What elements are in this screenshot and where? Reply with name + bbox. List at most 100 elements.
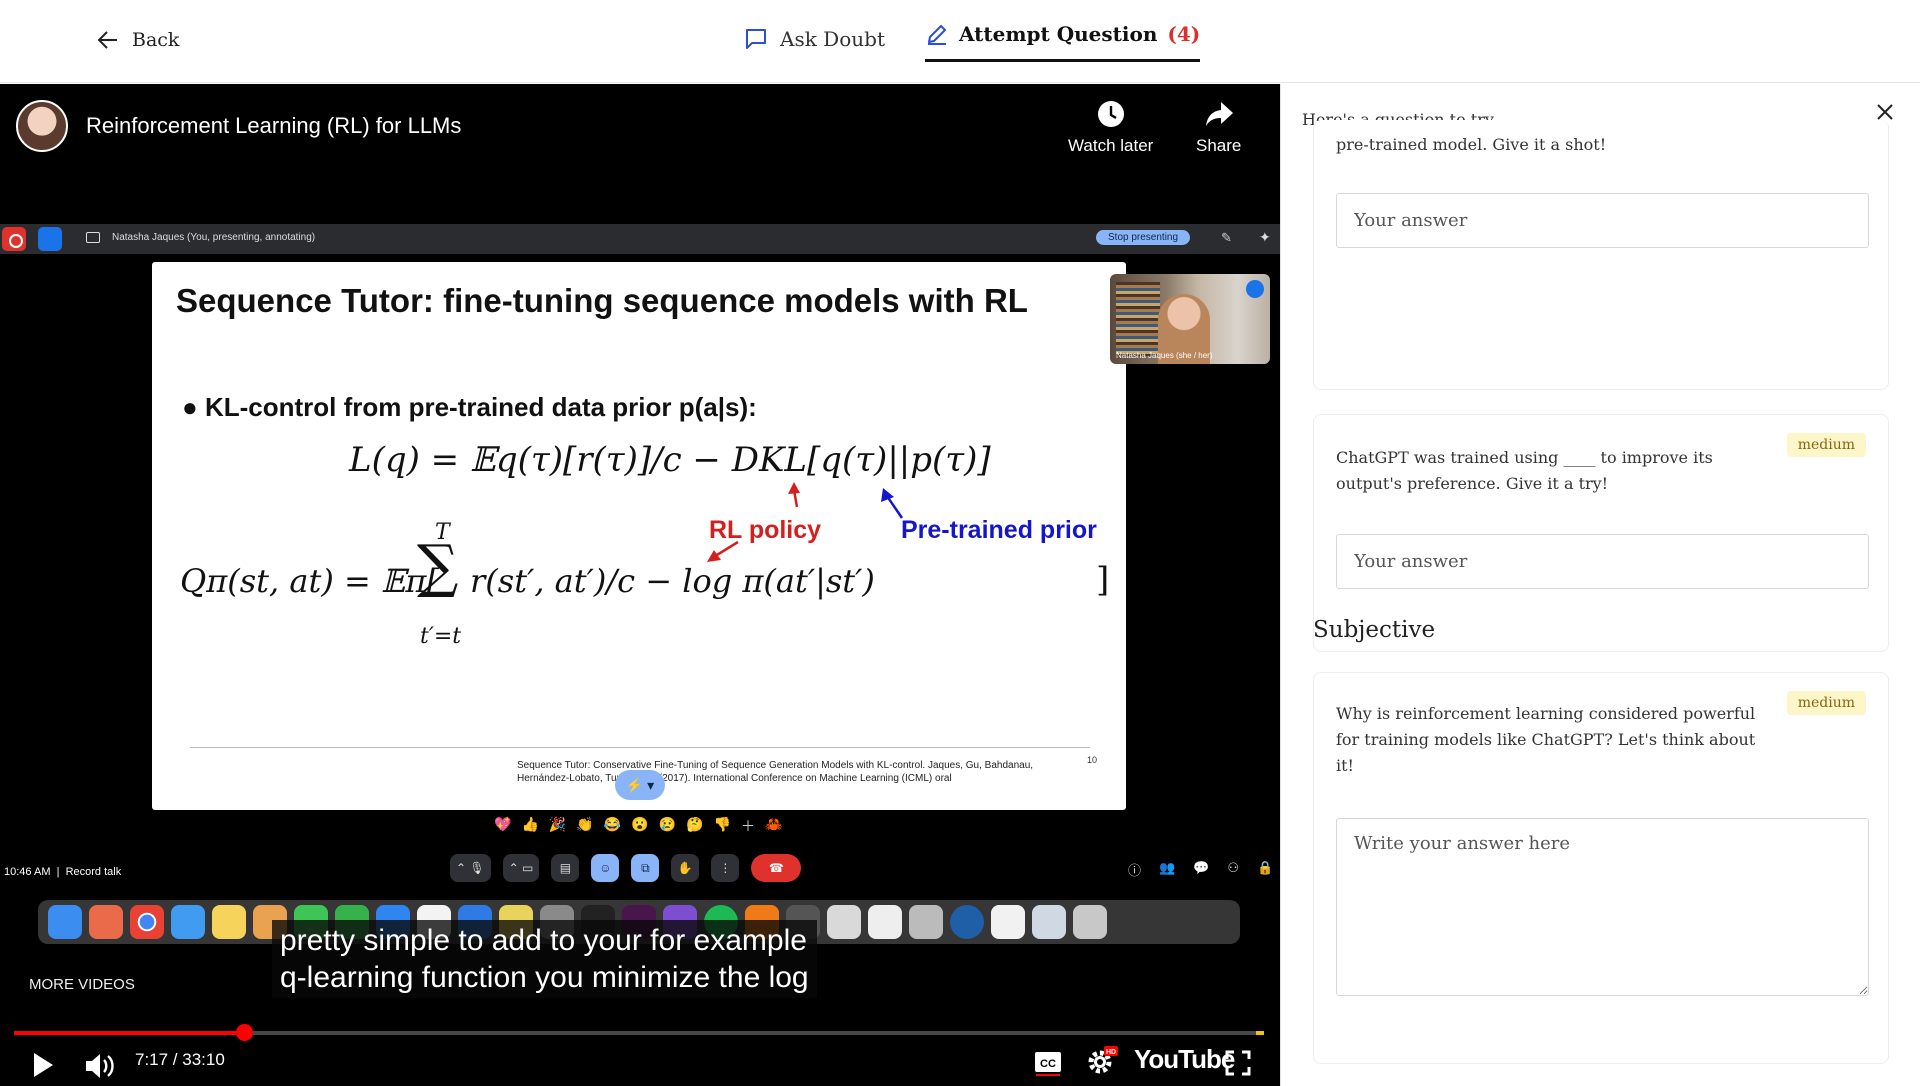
heart-reaction-icon: 💖 [494, 816, 512, 832]
slide-page-number: 10 [1087, 755, 1098, 765]
summation-lower-limit: t′=t [420, 624, 462, 649]
chrome-icon [130, 905, 164, 939]
mic-icon: ⌃ 🎙 [450, 854, 491, 882]
captions-button[interactable]: CC [1034, 1050, 1062, 1081]
notes-icon [212, 905, 246, 939]
youtube-logo[interactable]: YouTube [1134, 1044, 1235, 1075]
camera-icon: ⌃ ▭ [502, 854, 540, 882]
subjective-answer-textarea[interactable] [1336, 818, 1869, 996]
summation-upper-limit: T [435, 520, 450, 545]
bookshelf [1116, 282, 1160, 356]
info-icon: ⓘ [1128, 863, 1142, 878]
svg-text:HD: HD [1106, 1049, 1116, 1056]
crab-reaction-icon: 🦀 [764, 816, 783, 832]
equation-q-right: r(st′, at′)/c − log π(at′|st′) [470, 562, 875, 600]
meet-status: 10:46 AM | Record talk [4, 866, 122, 878]
watch-later-button[interactable]: Watch later [1068, 100, 1153, 156]
equation-q-left: Qπ(st, at) = 𝔼π[ [180, 562, 439, 600]
presenter-camera-tile: Natasha Jaques (she / her) [1110, 274, 1270, 364]
presenting-icon [86, 232, 100, 243]
thumbs-up-reaction-icon: 👍 [521, 816, 539, 832]
fullscreen-button[interactable] [1225, 1050, 1251, 1081]
arrow-left-icon [98, 31, 117, 49]
annotate-pen-icon: ✎ [1221, 230, 1232, 245]
party-reaction-icon: 🎉 [548, 816, 567, 832]
closed-captions-icon: CC [1035, 1052, 1061, 1076]
svg-text:CC: CC [1040, 1058, 1056, 1070]
share-button[interactable]: Share [1196, 100, 1241, 156]
meet-reactions-bar: 💖 👍 🎉 👏 😂 😮 😢 🤔 👎 ＋ 🦀 [494, 816, 782, 836]
more-options-icon: ⋮ [711, 854, 740, 882]
presenter-name-tag: Natasha Jaques (she / her) [1116, 351, 1213, 360]
clap-reaction-icon: 👏 [576, 816, 594, 832]
channel-avatar[interactable] [16, 100, 68, 152]
speaking-indicator-icon [1246, 280, 1264, 298]
textedit-icon [868, 905, 902, 939]
sparkle-icon: ✦ [1259, 229, 1271, 245]
thumbs-down-reaction-icon: 👎 [713, 816, 731, 832]
volume-button[interactable] [84, 1052, 116, 1085]
mail-icon [171, 905, 205, 939]
play-icon [34, 1053, 53, 1077]
tab-ask-doubt-label: Ask Doubt [780, 27, 885, 51]
play-button[interactable] [32, 1052, 54, 1083]
fullscreen-icon [1225, 1050, 1251, 1076]
meet-clock: 10:46 AM [4, 866, 51, 878]
laugh-reaction-icon: 😂 [603, 816, 622, 832]
video-player[interactable]: Reinforcement Learning (RL) for LLMs Wat… [0, 84, 1280, 1086]
subjective-question-card: Why is reinforcement learning considered… [1313, 672, 1889, 1064]
launchpad-icon [89, 905, 123, 939]
video-header: Reinforcement Learning (RL) for LLMs [16, 100, 461, 152]
share-arrow-icon [1205, 102, 1233, 126]
video-title[interactable]: Reinforcement Learning (RL) for LLMs [86, 113, 461, 139]
tab-attempt-question-label: Attempt Question [959, 22, 1158, 46]
chat-bubble-icon [746, 29, 766, 49]
caption-line-1: pretty simple to add to your for example [280, 924, 807, 957]
slide-citation: Sequence Tutor: Conservative Fine-Tuning… [517, 760, 1034, 784]
back-label: Back [132, 29, 180, 51]
top-nav-bar: Back Ask Doubt Attempt Question (4) [0, 0, 1920, 83]
lock-icon: 🔒 [1257, 860, 1274, 875]
caption-line-2: q-learning function you minimize the log [280, 961, 809, 994]
progress-scrubber[interactable] [236, 1024, 253, 1041]
equation-close-bracket: ] [1096, 560, 1110, 600]
presenting-status: Natasha Jaques (You, presenting, annotat… [112, 232, 316, 243]
captions-icon: ▤ [551, 854, 580, 882]
activities-icon: ⚇ [1227, 860, 1240, 875]
progress-bar[interactable] [14, 1024, 1264, 1041]
slide-footer-divider [190, 747, 1090, 748]
question-text: pre-trained model. Give it a shot! [1336, 135, 1607, 154]
downloads-icon [1032, 905, 1066, 939]
present-icon: ⧉ [631, 854, 660, 882]
question-text: ChatGPT was trained using ____ to improv… [1336, 448, 1713, 493]
sad-reaction-icon: 😢 [658, 816, 677, 832]
close-icon [1877, 104, 1893, 120]
screenshot-icon [909, 905, 943, 939]
share-label: Share [1196, 136, 1242, 155]
settings-button[interactable]: HD [1086, 1046, 1118, 1081]
emoji-icon: ☺ [591, 854, 620, 882]
presentation-slide: Sequence Tutor: fine-tuning sequence mod… [152, 262, 1126, 810]
thinking-reaction-icon: 🤔 [686, 816, 704, 832]
preview-icon [827, 905, 861, 939]
answer-input-2[interactable] [1336, 534, 1869, 589]
back-button[interactable]: Back [98, 29, 179, 51]
document-icon [991, 905, 1025, 939]
raise-hand-icon: ✋ [671, 854, 700, 882]
plus-reaction-icon: ＋ [740, 818, 755, 834]
meet-share-bar: Natasha Jaques (You, presenting, annotat… [0, 224, 1280, 254]
meet-record-label: Record talk [65, 866, 122, 878]
progress-chapter-marker [1256, 1031, 1264, 1035]
answer-input-1[interactable] [1336, 193, 1869, 248]
rl-policy-annotation: RL policy [709, 516, 822, 544]
watch-later-label: Watch later [1068, 136, 1154, 155]
video-caption: pretty simple to add to your for example… [272, 920, 817, 998]
question-card-1: pre-trained model. Give it a shot! [1313, 120, 1889, 390]
annotation-tool-button: ⚡ ▾ [615, 770, 665, 800]
more-videos-button[interactable]: MORE VIDEOS [29, 976, 135, 993]
subjective-section-title: Subjective [1313, 617, 1436, 643]
meet-controls: ⌃ 🎙 ⌃ ▭ ▤ ☺ ⧉ ✋ ⋮ ☎ [450, 854, 802, 882]
tab-attempt-question[interactable]: Attempt Question (4) [925, 22, 1201, 62]
quicktime-icon [950, 905, 984, 939]
tab-ask-doubt[interactable]: Ask Doubt [744, 27, 885, 51]
